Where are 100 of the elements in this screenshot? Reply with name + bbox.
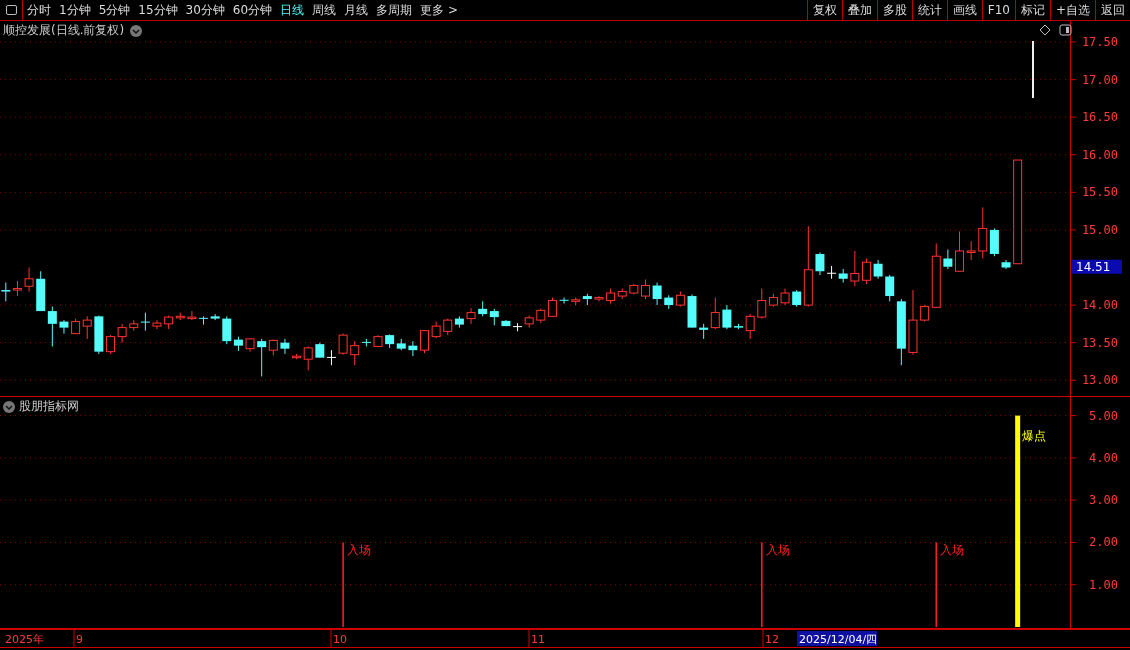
diamond-icon[interactable] [1040,24,1051,36]
date-axis-label: 11 [531,633,545,646]
price-axis-label: 16.50 [1081,110,1118,125]
indicator-axis-label: 3.00 [1089,493,1118,508]
candlestick [12,280,22,297]
vertical-marker-line [1032,41,1034,98]
candlestick [861,257,871,285]
price-axis-label: 14.00 [1081,298,1118,313]
toolbar-button[interactable]: 叠加 [841,0,877,20]
period-tab[interactable]: 更多 > [416,0,462,20]
candlestick [722,304,732,330]
date-axis-label: 9 [76,633,83,646]
price-axis-label: 15.50 [1081,185,1118,200]
candlestick [315,342,325,359]
candlestick [106,334,115,355]
candlestick [524,315,534,329]
candlestick [443,318,453,336]
candlestick [652,282,662,306]
dropdown-icon[interactable] [130,24,143,37]
candlestick [873,259,883,280]
candlestick [245,337,255,353]
candlestick [955,230,964,272]
date-axis-label: 12 [765,633,779,646]
candlestick [478,300,488,317]
period-tab[interactable]: 月线 [340,0,373,20]
candlestick [489,308,499,326]
candlestick [94,315,104,355]
candlestick [1,282,11,302]
candlestick [24,267,34,293]
period-tab[interactable]: 周线 [308,0,341,20]
candlestick [664,294,674,310]
candlestick [59,319,69,335]
candlestick [513,322,523,332]
dropdown-icon[interactable] [3,400,15,413]
date-cursor-tag: 2025/12/04/四 [797,631,878,646]
period-tab[interactable]: 15分钟 [134,0,182,20]
candlestick [827,265,837,280]
period-tab[interactable]: 30分钟 [181,0,229,20]
toolbar-button[interactable]: 统计 [911,0,947,20]
price-axis-label: 15.00 [1081,222,1118,237]
toolbar-button[interactable]: 复权 [806,0,842,20]
price-axis-label: 17.50 [1081,35,1118,50]
candlestick [594,295,604,302]
candlestick [373,334,383,348]
toolbar-button[interactable]: +自选 [1049,0,1095,20]
toolbar-button[interactable]: 返回 [1095,0,1130,20]
toolbar-button[interactable]: 标记 [1014,0,1050,20]
candlestick [1001,259,1011,270]
candlestick [559,297,569,305]
candlestick [675,291,685,308]
candlestick [606,288,616,305]
period-tab[interactable]: 日线 [276,0,309,20]
candlestick [326,349,336,366]
chart-title: 顺控发展(日线.前复权) [3,22,125,39]
candlestick [966,240,976,261]
toolbar-button[interactable]: 多股 [876,0,912,20]
panel-toggle-icon[interactable] [1059,24,1072,36]
period-tab[interactable]: 60分钟 [228,0,277,20]
candlestick [780,288,790,306]
indicator-axis-label: 4.00 [1089,450,1118,465]
candlestick [199,315,209,326]
period-tab[interactable]: 1分钟 [55,0,95,20]
toolbar-button[interactable]: 画线 [946,0,982,20]
price-axis-label: 13.00 [1081,373,1118,388]
toolbar-button[interactable]: F10 [981,0,1015,20]
candlestick [47,306,57,347]
candlestick [838,268,848,283]
period-tab[interactable]: 5分钟 [94,0,135,20]
date-axis-label: 10 [333,633,347,646]
candlestick [536,308,546,324]
candlestick [687,294,697,329]
candlestick [454,315,464,329]
candlestick [815,251,825,276]
indicator-axis-label: 1.00 [1089,577,1118,592]
signal-label: 入场 [940,543,965,558]
candlestick [396,338,406,351]
indicator-axis-label: 5.00 [1089,408,1118,423]
signal-label: 爆点 [1021,428,1046,443]
candlestick [187,310,197,321]
signal-label: 入场 [765,543,790,558]
candlestick [431,321,441,339]
candlestick [617,288,627,300]
period-tab[interactable]: 分时 [23,0,55,20]
last-price-tag: 14.51 [1072,259,1122,274]
candlestick [36,270,46,312]
candlestick [629,283,639,296]
candlestick [943,248,953,270]
candlestick [385,333,395,349]
candlestick [420,329,429,354]
candlestick [338,333,348,356]
candlestick [117,323,127,344]
candlestick [547,297,557,317]
period-tab[interactable]: 多周期 [372,0,417,20]
candlestick [466,307,476,325]
candlestick [850,250,860,287]
candlestick [641,279,650,300]
price-axis-label: 17.00 [1081,72,1118,87]
price-axis-label: 16.00 [1081,147,1118,162]
indicator-axis-label: 2.00 [1089,535,1118,550]
indicator-title: 股朋指标网 [19,398,79,415]
